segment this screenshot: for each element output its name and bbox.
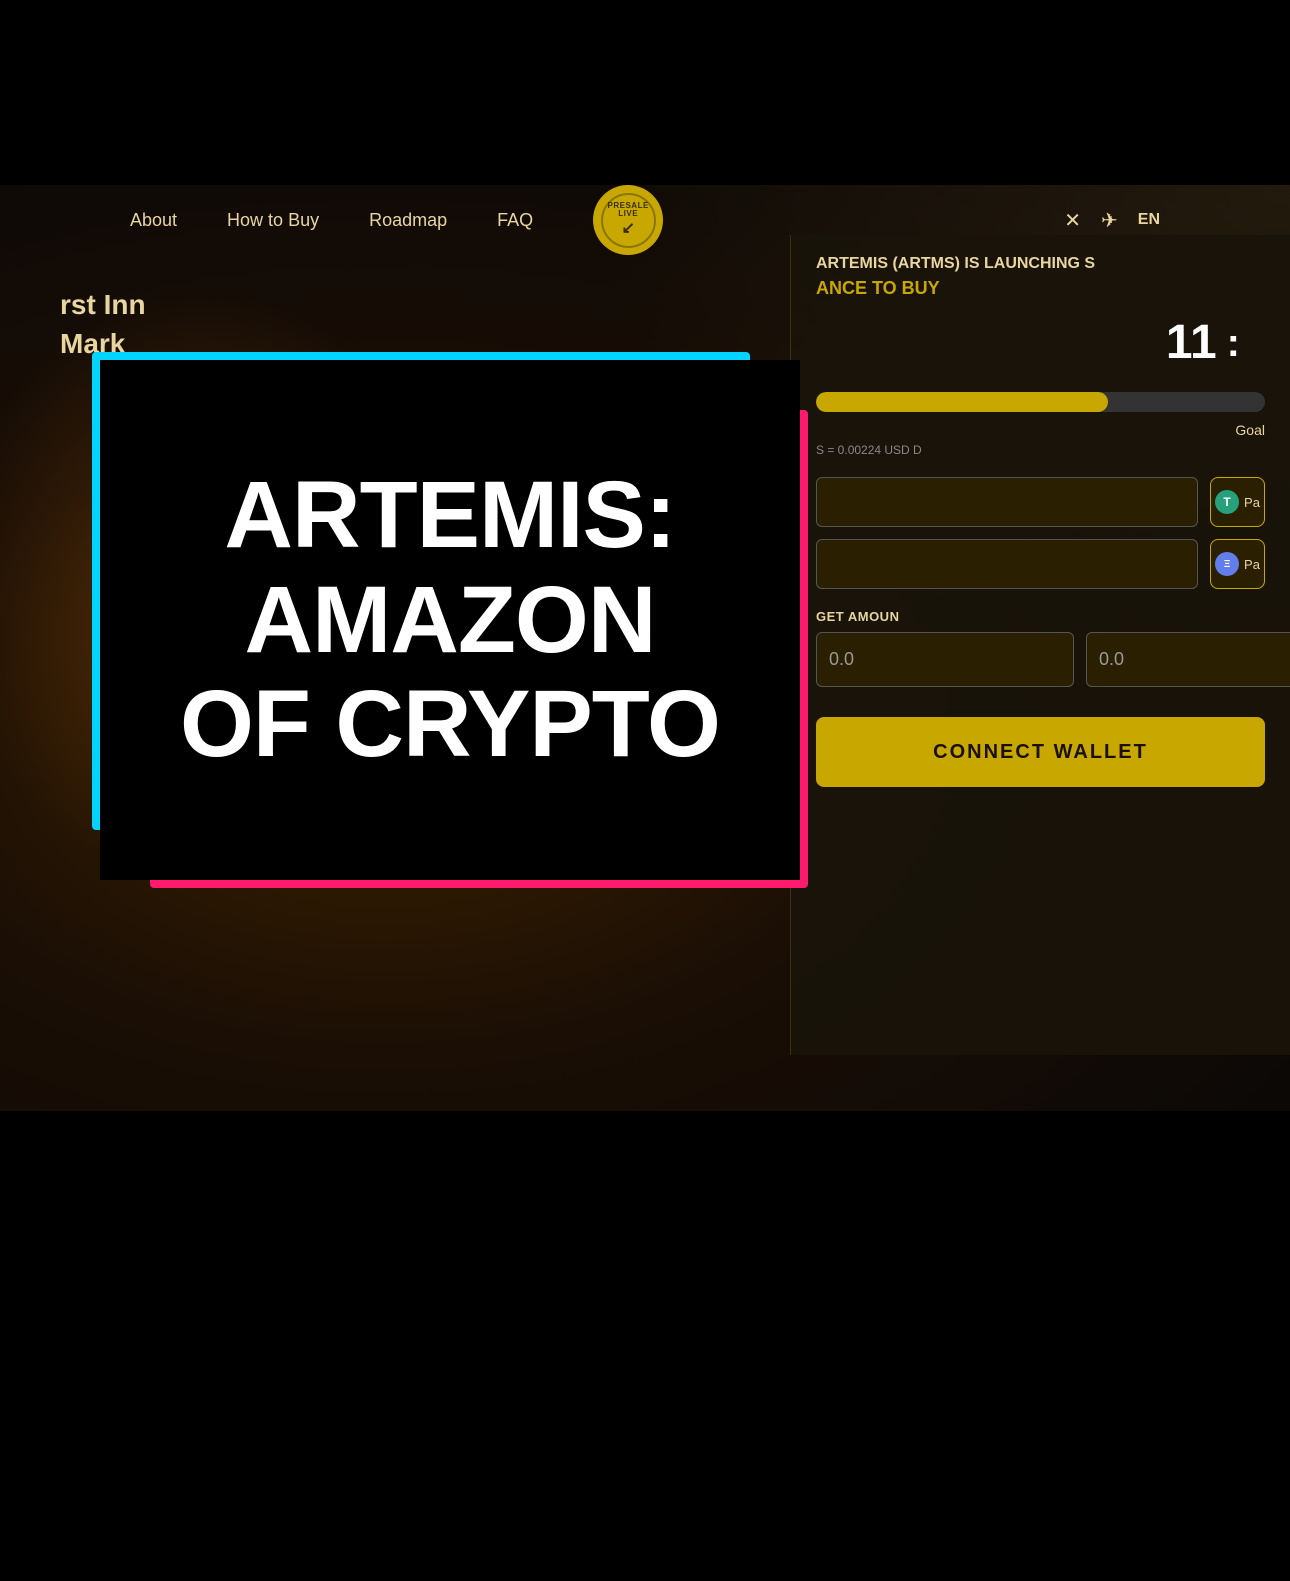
eth-label: Pa — [1244, 557, 1260, 572]
presale-arrow-icon: ↙ — [621, 218, 634, 238]
goal-label: Goal — [816, 422, 1265, 438]
payment-section: T Pa Ξ Pa — [816, 477, 1265, 589]
nav-how-to-buy[interactable]: How to Buy — [227, 210, 319, 231]
presale-text-line2: LIVE — [618, 210, 638, 218]
connect-wallet-button[interactable]: CONNECT WALLET — [816, 717, 1265, 787]
overlay-line1: ARTEMIS: — [224, 462, 675, 568]
amount-section: GET AMOUN — [816, 609, 1265, 687]
progress-bar-outer — [816, 392, 1265, 412]
payment-row-1: T Pa — [816, 477, 1265, 527]
eth-icon: Ξ — [1215, 552, 1239, 576]
twitter-icon[interactable]: ✕ — [1064, 208, 1081, 233]
payment-row-2: Ξ Pa — [816, 539, 1265, 589]
pay-input-1[interactable] — [816, 477, 1198, 527]
tether-icon: T — [1215, 490, 1239, 514]
tether-label: Pa — [1244, 495, 1260, 510]
overlay-line3: OF CRYPTO — [180, 671, 720, 777]
overlay-card: ARTEMIS: AMAZON OF CRYPTO — [100, 360, 800, 880]
telegram-icon[interactable]: ✈ — [1101, 208, 1118, 233]
black-bar-top — [0, 0, 1290, 185]
black-bar-bottom — [0, 1111, 1290, 1581]
progress-bar-fill — [816, 392, 1108, 412]
navbar: About How to Buy Roadmap FAQ PRESALE LIV… — [0, 185, 1290, 255]
presale-badge-inner: PRESALE LIVE ↙ — [601, 193, 656, 248]
pay-input-2[interactable] — [816, 539, 1198, 589]
timer-minutes-value: 11 — [1166, 319, 1217, 367]
amount-row — [816, 632, 1265, 687]
overlay-line2: AMAZON — [245, 567, 656, 673]
presale-panel: ARTEMIS (ARTMS) IS LAUNCHING S ANCE TO B… — [790, 235, 1290, 1055]
nav-about[interactable]: About — [130, 210, 177, 231]
amount-input-1[interactable] — [816, 632, 1074, 687]
overlay-card-inner: ARTEMIS: AMAZON OF CRYPTO — [100, 360, 800, 880]
language-selector[interactable]: EN — [1138, 211, 1160, 229]
screenshot-area: About How to Buy Roadmap FAQ PRESALE LIV… — [0, 185, 1290, 1111]
hero-line1: rst Inn — [60, 285, 146, 324]
amount-input-2[interactable] — [1086, 632, 1290, 687]
pay-eth-btn[interactable]: Ξ Pa — [1210, 539, 1265, 589]
nav-roadmap[interactable]: Roadmap — [369, 210, 447, 231]
overlay-title: ARTEMIS: AMAZON OF CRYPTO — [160, 443, 740, 797]
pay-tether-btn[interactable]: T Pa — [1210, 477, 1265, 527]
presale-badge[interactable]: PRESALE LIVE ↙ — [593, 185, 663, 255]
nav-links: About How to Buy Roadmap FAQ PRESALE LIV… — [130, 185, 1064, 255]
panel-launching-text: ARTEMIS (ARTMS) IS LAUNCHING S — [816, 255, 1265, 273]
rate-label: S = 0.00224 USD D — [816, 443, 1265, 457]
get-amount-label: GET AMOUN — [816, 609, 1265, 624]
nav-faq[interactable]: FAQ — [497, 210, 533, 231]
nav-right: ✕ ✈ EN — [1064, 208, 1160, 233]
timer-colon: : — [1227, 323, 1240, 363]
progress-section: Goal S = 0.00224 USD D — [816, 392, 1265, 457]
panel-chance-text: ANCE TO BUY — [816, 278, 1265, 299]
countdown-timer: 11 : — [816, 319, 1265, 367]
timer-minutes: 11 — [1166, 319, 1217, 367]
